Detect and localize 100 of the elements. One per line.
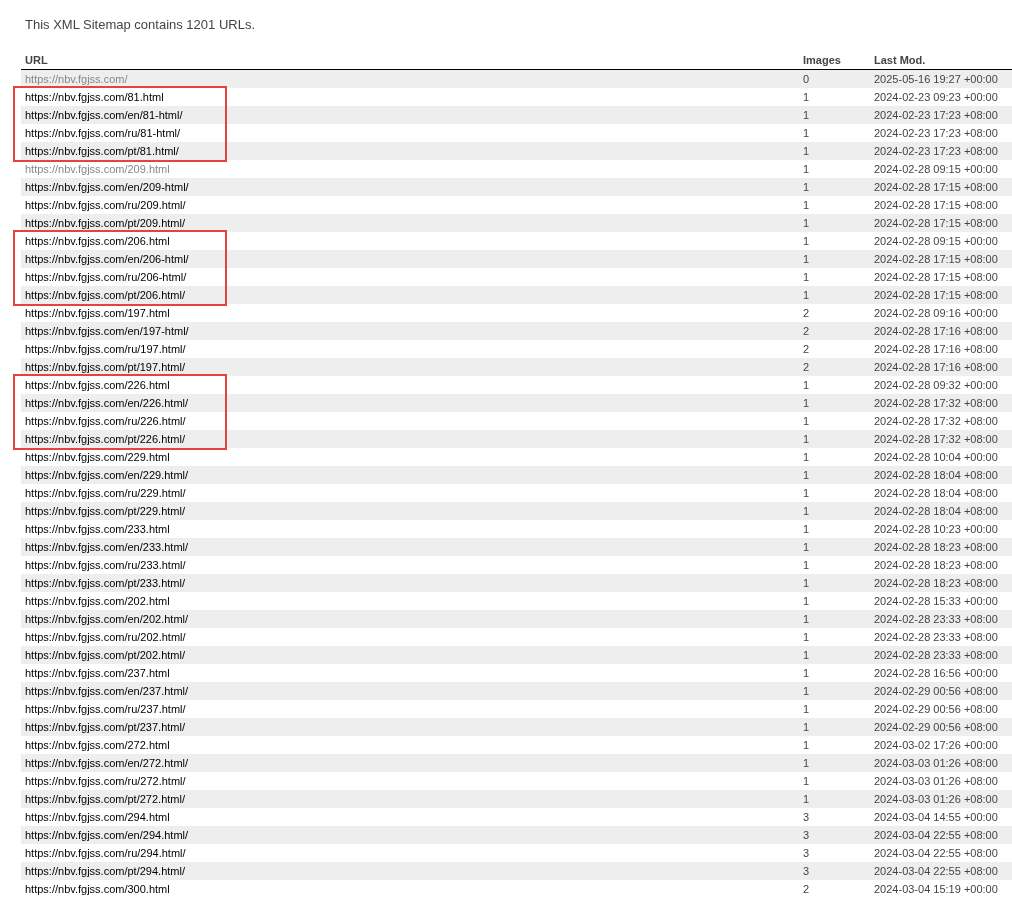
- url-link[interactable]: https://nbv.fgjss.com/226.html: [25, 378, 170, 392]
- url-link[interactable]: https://nbv.fgjss.com/pt/233.html/: [25, 576, 185, 590]
- url-link[interactable]: https://nbv.fgjss.com/300.html: [25, 882, 170, 896]
- url-link[interactable]: https://nbv.fgjss.com/pt/197.html/: [25, 360, 185, 374]
- table-cell: 2024-02-28 18:23 +08:00: [874, 576, 998, 590]
- url-link[interactable]: https://nbv.fgjss.com/en/272.html/: [25, 756, 189, 770]
- table-cell: 2024-02-28 17:15 +08:00: [874, 252, 998, 266]
- url-link[interactable]: https://nbv.fgjss.com/en/197-html/: [25, 324, 189, 338]
- url-link[interactable]: https://nbv.fgjss.com/en/202.html/: [25, 612, 189, 626]
- table-cell: 2024-02-28 17:16 +08:00: [874, 360, 998, 374]
- url-link[interactable]: https://nbv.fgjss.com/197.html: [25, 306, 170, 320]
- table-cell-text: 1: [803, 414, 811, 428]
- table-cell: 2024-02-28 23:33 +08:00: [874, 612, 998, 626]
- table-cell-text: 1: [803, 396, 811, 410]
- url-link[interactable]: https://nbv.fgjss.com/ru/233.html/: [25, 558, 186, 572]
- table-cell: 2024-03-04 22:55 +08:00: [874, 846, 998, 860]
- url-link[interactable]: https://nbv.fgjss.com/en/206-html/: [25, 252, 189, 266]
- table-cell: 2024-02-28 17:15 +08:00: [874, 198, 998, 212]
- table-cell: 2024-02-23 17:23 +08:00: [874, 126, 998, 140]
- url-link[interactable]: https://nbv.fgjss.com/229.html: [25, 450, 170, 464]
- url-link[interactable]: https://nbv.fgjss.com/pt/272.html/: [25, 792, 185, 806]
- url-link[interactable]: https://nbv.fgjss.com/ru/206-html/: [25, 270, 187, 284]
- url-link[interactable]: https://nbv.fgjss.com/294.html: [25, 810, 170, 824]
- url-link[interactable]: https://nbv.fgjss.com/en/233.html/: [25, 540, 189, 554]
- url-link[interactable]: https://nbv.fgjss.com/ru/209.html/: [25, 198, 186, 212]
- table-cell-text: 2: [803, 342, 811, 356]
- table-cell-text: 1: [803, 792, 811, 806]
- table-cell: 2024-03-03 01:26 +08:00: [874, 774, 998, 788]
- table-cell: 2024-02-23 17:23 +08:00: [874, 144, 998, 158]
- url-link[interactable]: https://nbv.fgjss.com/en/81-html/: [25, 108, 183, 122]
- url-link[interactable]: https://nbv.fgjss.com/202.html: [25, 594, 170, 608]
- table-cell-text: 1: [803, 648, 811, 662]
- table-cell: 2024-02-28 17:16 +08:00: [874, 342, 998, 356]
- url-link[interactable]: https://nbv.fgjss.com/en/209-html/: [25, 180, 189, 194]
- table-cell-text: 0: [803, 72, 811, 86]
- url-link[interactable]: https://nbv.fgjss.com/en/237.html/: [25, 684, 189, 698]
- table-cell-text: 1: [803, 738, 811, 752]
- table-cell: 2024-02-23 09:23 +00:00: [874, 90, 998, 104]
- table-cell: 2024-02-28 17:15 +08:00: [874, 180, 998, 194]
- url-link[interactable]: https://nbv.fgjss.com/pt/81.html/: [25, 144, 179, 158]
- url-link[interactable]: https://nbv.fgjss.com/ru/272.html/: [25, 774, 186, 788]
- table-cell-text: 1: [803, 144, 811, 158]
- url-link[interactable]: https://nbv.fgjss.com/237.html: [25, 666, 170, 680]
- table-cell: 2024-02-28 09:15 +00:00: [874, 234, 998, 248]
- table-cell-text: 1: [803, 126, 811, 140]
- url-link[interactable]: https://nbv.fgjss.com/en/226.html/: [25, 396, 189, 410]
- url-link[interactable]: https://nbv.fgjss.com/pt/237.html/: [25, 720, 185, 734]
- table-cell: 2024-02-28 15:33 +00:00: [874, 594, 998, 608]
- table-cell-text: 3: [803, 810, 811, 824]
- table-cell-text: 1: [803, 594, 811, 608]
- url-link[interactable]: https://nbv.fgjss.com/81.html: [25, 90, 164, 104]
- table-cell: 2024-02-29 00:56 +08:00: [874, 720, 998, 734]
- column-header: Last Mod.: [874, 53, 926, 67]
- url-link[interactable]: https://nbv.fgjss.com/ru/81-html/: [25, 126, 181, 140]
- table-cell-text: 1: [803, 684, 811, 698]
- url-link[interactable]: https://nbv.fgjss.com/272.html: [25, 738, 170, 752]
- table-cell-text: 1: [803, 576, 811, 590]
- table-cell: 2024-02-28 16:56 +00:00: [874, 666, 998, 680]
- table-cell-text: 1: [803, 540, 811, 554]
- url-link[interactable]: https://nbv.fgjss.com/ru/197.html/: [25, 342, 186, 356]
- url-link[interactable]: https://nbv.fgjss.com/en/294.html/: [25, 828, 189, 842]
- table-cell-text: 1: [803, 90, 811, 104]
- table-cell: 2024-02-28 23:33 +08:00: [874, 630, 998, 644]
- url-link[interactable]: https://nbv.fgjss.com/en/229.html/: [25, 468, 189, 482]
- table-cell-text: 1: [803, 630, 811, 644]
- table-cell: 2024-03-04 15:19 +00:00: [874, 882, 998, 896]
- table-cell-text: 2: [803, 324, 811, 338]
- column-header: URL: [24, 53, 49, 67]
- table-cell-text: 3: [803, 846, 811, 860]
- url-link[interactable]: https://nbv.fgjss.com/206.html: [25, 234, 170, 248]
- table-cell-text: 1: [803, 180, 811, 194]
- table-cell: 2024-03-03 01:26 +08:00: [874, 792, 998, 806]
- table-cell: 2024-02-28 17:15 +08:00: [874, 216, 998, 230]
- table-cell: 2024-02-28 18:04 +08:00: [874, 486, 998, 500]
- table-cell-text: 1: [803, 522, 811, 536]
- table-cell-text: 1: [803, 216, 811, 230]
- table-cell-text: 1: [803, 558, 811, 572]
- url-link[interactable]: https://nbv.fgjss.com/pt/294.html/: [25, 864, 185, 878]
- table-cell: 2024-02-28 18:23 +08:00: [874, 540, 998, 554]
- table-cell-text: 1: [803, 774, 811, 788]
- table-cell-text: 1: [803, 378, 811, 392]
- url-link[interactable]: https://nbv.fgjss.com/pt/209.html/: [25, 216, 185, 230]
- url-link[interactable]: https://nbv.fgjss.com/pt/229.html/: [25, 504, 185, 518]
- table-cell: 2024-02-28 09:32 +00:00: [874, 378, 998, 392]
- table-cell: 2024-02-28 10:23 +00:00: [874, 522, 998, 536]
- url-link[interactable]: https://nbv.fgjss.com/ru/237.html/: [25, 702, 186, 716]
- url-link[interactable]: https://nbv.fgjss.com/ru/202.html/: [25, 630, 186, 644]
- url-link[interactable]: https://nbv.fgjss.com/ru/229.html/: [25, 486, 186, 500]
- url-link[interactable]: https://nbv.fgjss.com/pt/202.html/: [25, 648, 185, 662]
- table-cell: 2024-03-03 01:26 +08:00: [874, 756, 998, 770]
- url-link[interactable]: https://nbv.fgjss.com/ru/294.html/: [25, 846, 186, 860]
- url-link[interactable]: https://nbv.fgjss.com/ru/226.html/: [25, 414, 186, 428]
- url-link[interactable]: https://nbv.fgjss.com/pt/206.html/: [25, 288, 185, 302]
- url-link[interactable]: https://nbv.fgjss.com/209.html: [25, 162, 170, 176]
- table-cell-text: 1: [803, 468, 811, 482]
- url-link[interactable]: https://nbv.fgjss.com/pt/226.html/: [25, 432, 185, 446]
- table-cell: 2024-02-28 17:15 +08:00: [874, 270, 998, 284]
- table-cell: 2024-03-02 17:26 +00:00: [874, 738, 998, 752]
- table-cell: 2024-02-28 18:04 +08:00: [874, 504, 998, 518]
- url-link[interactable]: https://nbv.fgjss.com/233.html: [25, 522, 170, 536]
